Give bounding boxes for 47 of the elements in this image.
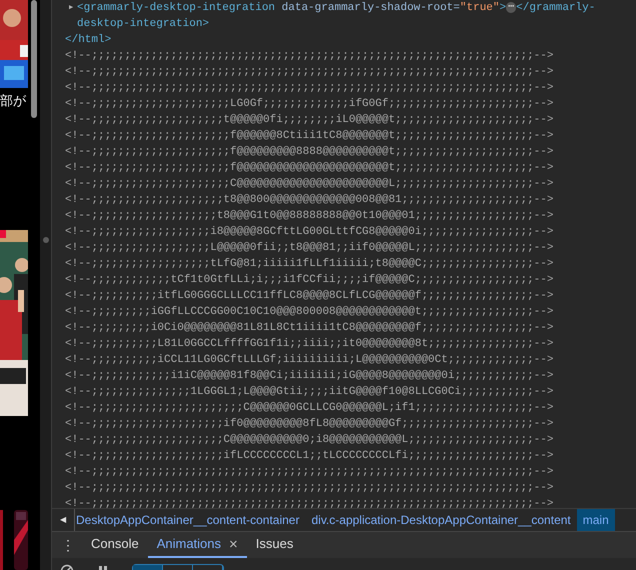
html-comment: <!--;;;;;;;;;;;;;;;;;;;;;;;;;;;;;;;;;;;;;;;;;;;;;;;;;;;;;;;;;;;;;;;;;;;-->	[65, 50, 554, 62]
html-comment: <!--;;;;;;;;;;;;;;;;;;i8@@@@@8GCfttLG00GLttfCG8@@@@@0i;;;;;;;;;;;;;;;;;-->	[65, 226, 554, 238]
closing-tag: </grammarly-	[516, 2, 596, 14]
html-comment: <!--;;;;;;;;;;L81L0GGCCLffffGG1f1i;;iiii;;it0@@@@@@@@8t;;;;;;;;;;;;;;;;-->	[65, 338, 554, 350]
scrollbar-thumb[interactable]	[31, 0, 37, 118]
more-menu-button[interactable]: ⋮	[54, 532, 82, 558]
html-comment: <!--;;;;;;;;;;iCCL11LG0GCftLLLGf;iiiiiiiiii;L@@@@@@@@@@0Ct;;;;;;;;;;;;;-->	[65, 354, 554, 366]
breadcrumb-item[interactable]: DesktopAppContainer__content-container	[75, 509, 306, 531]
html-comment: <!--;;;;;;;;;;;;;;;;;;;;;f@@@@@@8Ctiii1tC8@@@@@@@t;;;;;;;;;;;;;;;;;;;;;-->	[65, 130, 554, 142]
attribute-value: "true"	[460, 2, 500, 14]
tag-bracket: >	[500, 2, 506, 14]
resize-handle[interactable]	[42, 237, 48, 243]
html-comment: <!--;;;;;;;;;;;;;;;;;;;;;;;;;;;;;;;;;;;;;;;;;;;;;;;;;;;;;;;;;;;;;;;;;;;-->	[65, 466, 554, 478]
html-comment: <!--;;;;;;;;;;;;;;;;;;;;;LG0Gf;;;;;;;;;;;;;ifG0Gf;;;;;;;;;;;;;;;;;;;;;;-->	[65, 98, 554, 110]
attribute-name: data-grammarly-shadow-root=	[282, 2, 460, 14]
html-comment: <!--;;;;;;;;;;;;;;;;;;;;C@@@@@@@@@@@0;i8@@@@@@@@@@@L;;;;;;;;;;;;;;;;;;;-->	[65, 434, 554, 446]
html-comment: <!--;;;;;;;;;;;;;;;;;;;;ifLCCCCCCCCL1;;tLCCCCCCCCLfi;;;;;;;;;;;;;;;;;;;-->	[65, 450, 554, 462]
html-comment: <!--;;;;;;;;;;;;;;;;;;;t8@@@G1t0@@88888888@@0t10@@@01;;;;;;;;;;;;;;;;;;-->	[65, 210, 554, 222]
html-comment: <!--;;;;;;;;;;;;;;;;;;;;;;;;;;;;;;;;;;;;;;;;;;;;;;;;;;;;;;;;;;;;;;;;;;;-->	[65, 66, 554, 78]
close-icon[interactable]: ×	[229, 536, 238, 552]
html-comment: <!--;;;;;;;;;;;;;;;;;;;;if0@@@@@@@@@8fL8@@@@@@@@@Gf;;;;;;;;;;;;;;;;;;;;-->	[65, 418, 554, 430]
html-comment: <!--;;;;;;;;;;;;tCf1t0GtfLLi;i;;;i1fCCfii;;;;if@@@@@C;;;;;;;;;;;;;;;;;;-->	[65, 274, 554, 286]
drawer-tab[interactable]: Issues	[246, 532, 302, 558]
html-comment: <!--;;;;;;;;;iGGfLLCCCGG00C10C10@@@800008@@@@@@@@@@@@t;;;;;;;;;;;;;;;;;-->	[65, 306, 554, 318]
html-comment: <!--;;;;;;;;;;;;;;;;;;;;t8@@800@@@@@@@@@@@@@008@@81;;;;;;;;;;;;;;;;;;;;-->	[65, 194, 554, 206]
article-text: 部が	[0, 93, 27, 109]
html-comment: <!--;;;;;;;;;;;;;;;;;;;;;;;;;;;;;;;;;;;;;;;;;;;;;;;;;;;;;;;;;;;;;;;;;;;-->	[65, 482, 554, 494]
html-comment: <!--;;;;;;;;;;;;;;;;;;;;;f@@@@@@@@@@@@@@@@@@@@@@@t;;;;;;;;;;;;;;;;;;;;;-->	[65, 162, 554, 174]
ellipsis-button[interactable]: ⋯	[506, 2, 516, 13]
breadcrumb-item[interactable]: main	[576, 509, 615, 531]
html-comment: <!--;;;;;;;;;;;;;;;;;;tLfG@81;iiiii1fLLf1iiiii;t8@@@@C;;;;;;;;;;;;;;;;;-->	[65, 258, 554, 270]
html-comment: <!--;;;;;;;;;;;;;;;;;;;;;f@@@@@@@@@8888@@@@@@@@@@t;;;;;;;;;;;;;;;;;;;;;-->	[65, 146, 554, 158]
tag-name: <grammarly-desktop-integration	[77, 2, 276, 14]
breadcrumb-item[interactable]: div.c-application-DesktopAppContainer__content	[305, 509, 577, 531]
drawer-tab[interactable]: Console	[82, 532, 148, 558]
html-comment: <!--;;;;;;;;;;;;;;;1LGGGL1;L@@@@Gtii;;;;iitG@@@@f10@8LLCG0Ci;;;;;;;;;;;-->	[65, 386, 554, 398]
html-comment: <!--;;;;;;;;;;;;;;;;;;;;;;;;;;;;;;;;;;;;;;;;;;;;;;;;;;;;;;;;;;;;;;;;;;;-->	[65, 498, 554, 508]
html-comment: <!--;;;;;;;;;;;;i1iC@@@@@81f8@@Ci;iiiiiii;iG@@@@8@@@@@@@@0i;;;;;;;;;;;;-->	[65, 370, 554, 382]
html-comment: <!--;;;;;;;;;;;;;;;;;;;;;;;C@@@@@@0GCLLCG0@@@@@@L;if1;;;;;;;;;;;;;;;;;;-->	[65, 402, 554, 414]
closing-tag: </html>	[65, 34, 112, 46]
html-comment: <!--;;;;;;;;;;;;;;;;;;;;;C@@@@@@@@@@@@@@@@@@@@@@@L;;;;;;;;;;;;;;;;;;;;;-->	[65, 178, 554, 190]
html-comment: <!--;;;;;;;;;;;;;;;;;;L@@@@@0fii;;t8@@@81;;iif0@@@@@L;;;;;;;;;;;;;;;;;;-->	[65, 242, 554, 254]
html-comment: <!--;;;;;;;;;;;;;;;;;;;;t@@@@@0fi;;;;;;;;iL0@@@@@t;;;;;;;;;;;;;;;;;;;;;-->	[65, 114, 554, 126]
html-comment: <!--;;;;;;;;;i0Ci0@@@@@@@@81L81L8Ct1iiii1tC8@@@@@@@@@f;;;;;;;;;;;;;;;;;-->	[65, 322, 554, 334]
html-comment: <!--;;;;;;;;;;itfLG0GGGCLLLCC11ffLC8@@@@8CLfLCG@@@@@@f;;;;;;;;;;;;;;;;;-->	[65, 290, 554, 302]
closing-tag: desktop-integration>	[77, 18, 210, 30]
html-comment: <!--;;;;;;;;;;;;;;;;;;;;;;;;;;;;;;;;;;;;;;;;;;;;;;;;;;;;;;;;;;;;;;;;;;;-->	[65, 82, 554, 94]
